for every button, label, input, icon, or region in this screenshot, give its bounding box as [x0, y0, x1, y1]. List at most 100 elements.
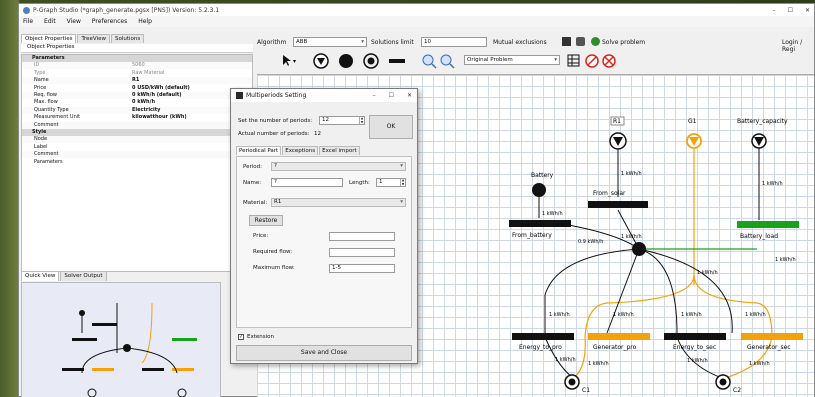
tab-excel-import[interactable]: Excel import	[319, 146, 360, 155]
settings-icon[interactable]	[576, 37, 585, 46]
property-row[interactable]: Price 0 USD/kWh (default)	[22, 85, 252, 92]
tab-quick-view[interactable]: Quick View	[21, 271, 60, 281]
spinner-icon[interactable]: ▲ ▼	[400, 178, 405, 186]
tool-red-1-icon[interactable]	[585, 54, 599, 68]
chevron-down-icon: ▾	[400, 199, 403, 205]
maximum-flow-label: Maximum flow:	[253, 265, 295, 271]
mutual-exclusions-label[interactable]: Mutual exclusions	[493, 39, 547, 46]
close-button[interactable]: ✕	[805, 7, 810, 14]
view-mode-select[interactable]: Original Problem ▾	[464, 55, 560, 65]
product-tool-icon[interactable]	[363, 53, 379, 69]
material-battery-capacity[interactable]: Battery_capacity	[737, 118, 788, 149]
restore-button[interactable]: Restore	[249, 215, 283, 226]
unit-energy-to-pro[interactable]: Energy_to_pro	[512, 333, 574, 351]
tab-solver-output[interactable]: Solver Output	[60, 271, 107, 281]
operating-unit-tool-icon[interactable]	[389, 59, 405, 63]
material-select[interactable]: R1 ▾	[271, 198, 406, 207]
intermediate-tool-icon[interactable]	[339, 54, 353, 68]
tab-exceptions[interactable]: Exceptions	[282, 146, 319, 155]
zoom-in-icon[interactable]	[422, 54, 437, 69]
network-thumbnail	[62, 302, 197, 397]
edges	[538, 148, 773, 379]
menu-file[interactable]: File	[23, 18, 33, 25]
label-energy-to-pro: Energy_to_pro	[519, 344, 562, 351]
name-input[interactable]: ?	[271, 178, 343, 187]
property-row[interactable]: Comment	[22, 151, 252, 159]
tab-treeview[interactable]: TreeView	[77, 34, 110, 43]
dialog-minimize-button[interactable]: –	[373, 92, 376, 99]
required-flow-input[interactable]	[329, 248, 395, 257]
length-input[interactable]: 1 ▲ ▼	[376, 178, 406, 187]
unit-from-battery[interactable]: From_battery	[509, 220, 571, 239]
set-periods-input[interactable]: 12 ▲ ▼	[319, 116, 365, 125]
zoom-out-icon[interactable]	[440, 54, 455, 69]
material-g1[interactable]: G1	[686, 118, 702, 149]
property-row[interactable]: Name R1	[22, 77, 252, 85]
extension-checkbox[interactable]: ✓	[238, 334, 244, 340]
product-c1[interactable]: C1	[564, 374, 590, 394]
pointer-icon[interactable]: ▾	[283, 55, 296, 66]
chevron-down-icon: ▾	[361, 39, 364, 45]
period-select[interactable]: ? ▾	[271, 162, 406, 171]
tab-solutions[interactable]: Solutions	[110, 34, 145, 43]
solutions-limit-input[interactable]: 10	[421, 37, 487, 47]
property-category[interactable]: Style	[22, 129, 252, 136]
property-category[interactable]: Parameters	[22, 55, 252, 62]
minimize-button[interactable]: –	[773, 7, 776, 14]
material-intermediate[interactable]	[632, 242, 646, 256]
material-value: R1	[274, 199, 282, 205]
product-c2[interactable]: C2	[715, 374, 741, 394]
material-battery[interactable]: Battery	[531, 172, 554, 197]
maximize-button[interactable]: ☐	[788, 7, 793, 14]
tool-red-2-icon[interactable]	[602, 54, 616, 68]
property-key: Comment	[34, 121, 59, 128]
spinner-icon[interactable]: ▲ ▼	[359, 116, 364, 124]
property-row[interactable]: Type Raw Material	[22, 70, 252, 77]
unit-from-solar[interactable]: From_solar	[588, 190, 648, 208]
property-row[interactable]: Measurement Unit kilowatthour (kWh)	[22, 114, 252, 121]
unit-battery-load[interactable]: Battery_load	[737, 221, 799, 240]
label-g1: G1	[688, 118, 697, 125]
drawing-toolbar: ▾ Original Problem ▾	[257, 51, 814, 71]
algorithm-select[interactable]: ABB ▾	[293, 37, 367, 47]
property-row[interactable]: Parameters	[22, 159, 252, 166]
price-label: Price:	[253, 233, 269, 239]
property-grid[interactable]: Parameters ID 5060 Type Raw Material Name R1 Pr…	[21, 54, 253, 272]
unit-generator-pro[interactable]: Generator_pro	[588, 333, 650, 351]
svg-text:▾: ▾	[293, 58, 296, 65]
raw-material-tool-icon[interactable]	[313, 53, 329, 69]
menu-help[interactable]: Help	[138, 18, 152, 25]
material-r1[interactable]: R1	[609, 116, 627, 150]
quick-view-preview[interactable]	[21, 282, 221, 397]
property-value: Raw Material	[132, 69, 165, 76]
tab-periodical-part[interactable]: Periodical Part	[236, 146, 282, 155]
unit-energy-to-sec[interactable]: Energy_to_sec	[664, 333, 726, 351]
menu-view[interactable]: View	[67, 18, 81, 25]
property-key: Req. flow	[34, 92, 57, 98]
calendar-icon[interactable]	[562, 37, 571, 46]
property-row[interactable]: Quantity Type Electricity	[22, 106, 252, 114]
maximum-flow-input[interactable]: 1-5	[329, 264, 395, 273]
ok-button[interactable]: OK	[369, 115, 413, 139]
property-row[interactable]: Req. flow 0 kWh/h (default)	[22, 92, 252, 99]
dialog-maximize-button[interactable]: ☐	[389, 92, 394, 99]
unit-generator-sec[interactable]: Generator_sec	[741, 333, 803, 351]
dialog-close-button[interactable]: ✕	[407, 92, 412, 99]
price-input[interactable]	[329, 232, 395, 241]
grid-view-icon[interactable]	[567, 54, 580, 67]
title-bar: P-Graph Studio (*graph_generate.pgsx [PN…	[19, 4, 814, 16]
dialog-title-bar: Multiperiods Setting – ☐ ✕	[231, 89, 417, 102]
tab-object-properties[interactable]: Object Properties	[21, 34, 77, 43]
solve-problem-button[interactable]: Solve problem	[602, 39, 645, 46]
menu-preferences[interactable]: Preferences	[92, 18, 127, 25]
solve-icon[interactable]	[591, 37, 600, 46]
property-row[interactable]: ID 5060	[22, 62, 252, 70]
property-row[interactable]: Max. flow 0 kWh/h	[22, 99, 252, 106]
menu-edit[interactable]: Edit	[44, 18, 56, 25]
flow-label: 1 kWh/h	[588, 361, 609, 367]
property-row[interactable]: Node	[22, 136, 252, 144]
length-label: Length:	[349, 180, 370, 186]
save-and-close-button[interactable]: Save and Close	[236, 345, 412, 361]
property-row[interactable]: Label	[22, 144, 252, 151]
property-row[interactable]: Comment	[22, 121, 252, 129]
